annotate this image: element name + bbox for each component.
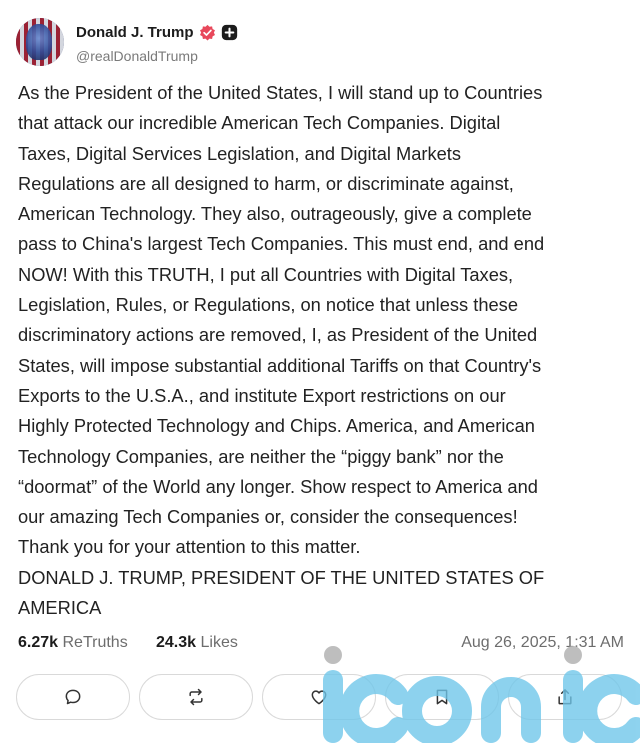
user-handle[interactable]: @realDonaldTrump [76, 48, 198, 64]
retruths-stat[interactable]: 6.27k ReTruths [18, 634, 128, 652]
heart-icon [311, 690, 327, 705]
reply-icon [65, 689, 81, 705]
post-card: Donald J. Trump @realDonaldTrump As the … [0, 0, 640, 743]
bookmark-icon [436, 689, 448, 705]
post-header: Donald J. Trump @realDonaldTrump [16, 18, 616, 68]
verified-badge-icon [199, 24, 215, 41]
likes-count: 24.3k [156, 634, 197, 651]
likes-stat[interactable]: 24.3k Likes [156, 634, 238, 652]
display-name[interactable]: Donald J. Trump [76, 24, 194, 41]
bookmark-button[interactable] [385, 674, 499, 720]
reply-button[interactable] [16, 674, 130, 720]
post-timestamp[interactable]: Aug 26, 2025, 1:31 AM [461, 634, 624, 652]
avatar[interactable] [16, 18, 64, 66]
action-bar [16, 674, 624, 720]
retruth-icon [189, 688, 203, 706]
like-button[interactable] [262, 674, 376, 720]
post-stats: 6.27k ReTruths 24.3k Likes Aug 26, 2025,… [18, 634, 624, 658]
share-icon [558, 689, 572, 705]
name-row: Donald J. Trump [76, 24, 238, 41]
likes-label: Likes [200, 634, 238, 651]
post-body: As the President of the United States, I… [18, 82, 545, 619]
share-button[interactable] [508, 674, 622, 720]
retruths-label: ReTruths [62, 634, 128, 651]
avatar-portrait [26, 24, 52, 60]
retruths-count: 6.27k [18, 634, 59, 651]
retruth-button[interactable] [139, 674, 253, 720]
plus-badge-icon [221, 24, 237, 41]
